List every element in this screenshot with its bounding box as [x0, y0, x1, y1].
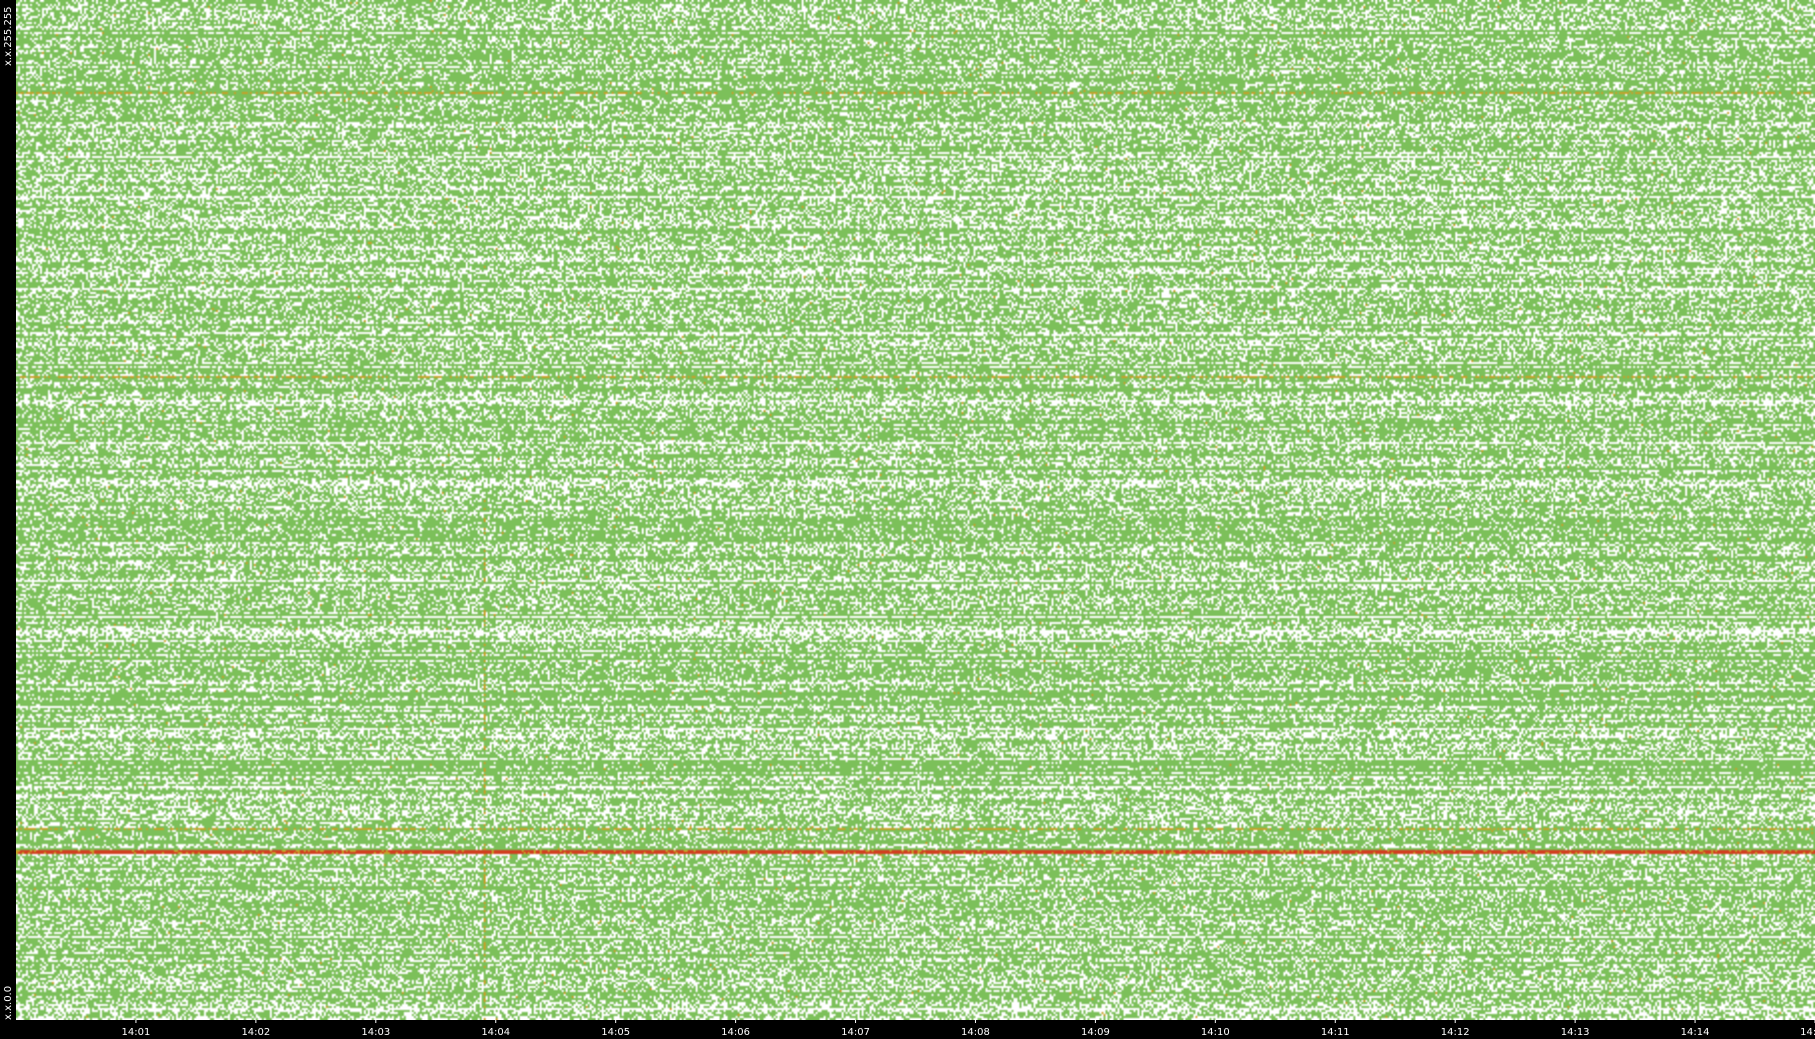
x-tick-label: 14:09 — [1081, 1027, 1110, 1038]
heatmap-plot: x.x.255.255 x.x.0.0 14:01 14:02 14:03 14:04… — [0, 0, 1815, 1039]
y-axis-bottom-label: x.x.0.0 — [3, 986, 14, 1020]
y-axis-top-label: x.x.255.255 — [3, 6, 14, 66]
x-tick-label: 14:01 — [122, 1027, 151, 1038]
x-tick-label: 14:08 — [961, 1027, 990, 1038]
x-tick-label: 14:03 — [361, 1027, 390, 1038]
x-tick-label: 14:15 — [1800, 1027, 1815, 1038]
x-tick-label: 14:06 — [721, 1027, 750, 1038]
x-tick-label: 14:13 — [1561, 1027, 1590, 1038]
x-tick-label: 14:04 — [481, 1027, 510, 1038]
x-tick-label: 14:14 — [1681, 1027, 1710, 1038]
x-tick-label: 14:05 — [601, 1027, 630, 1038]
x-tick-label: 14:11 — [1321, 1027, 1350, 1038]
activity-heatmap-chart: x.x.255.255 x.x.0.0 14:01 14:02 14:03 14:04… — [0, 0, 1815, 1039]
x-tick-label: 14:12 — [1441, 1027, 1470, 1038]
x-tick-label: 14:10 — [1201, 1027, 1230, 1038]
heatmap-cells — [16, 0, 1815, 1020]
x-tick-label: 14:02 — [241, 1027, 270, 1038]
x-tick-label: 14:07 — [841, 1027, 870, 1038]
